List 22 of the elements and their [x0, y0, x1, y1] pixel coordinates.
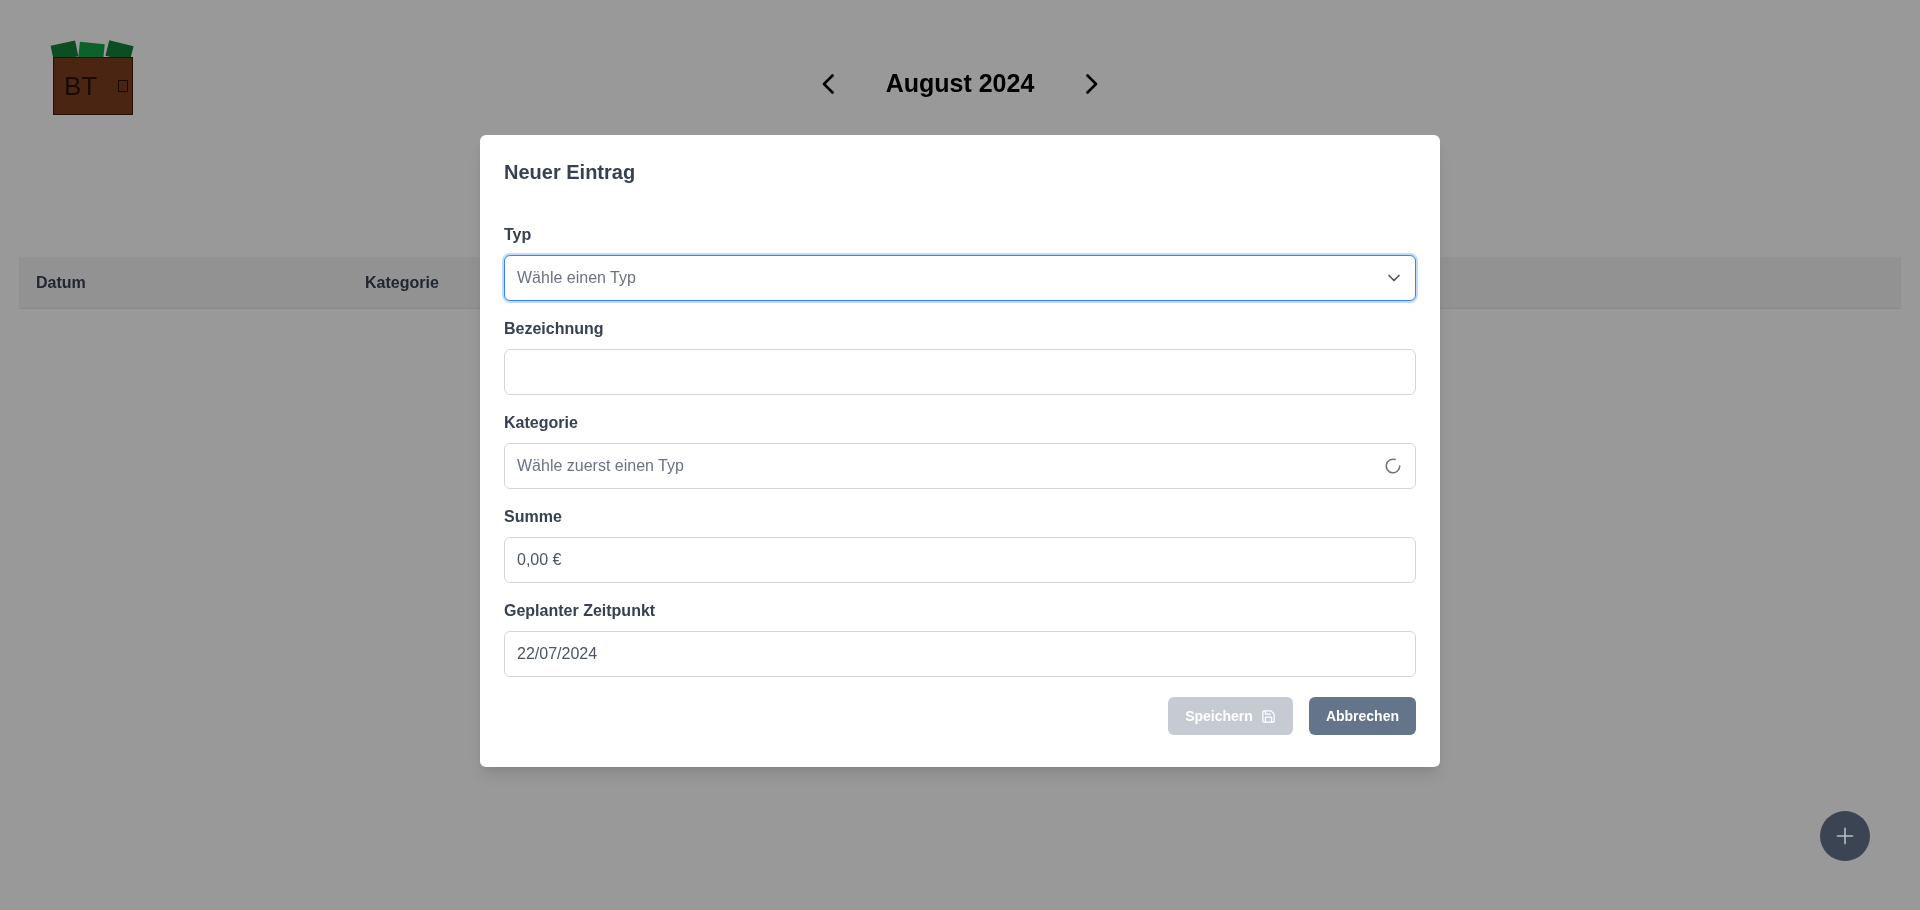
input-field[interactable]: [504, 349, 1416, 395]
input-field[interactable]: 0,00 €: [504, 537, 1416, 583]
spinner-icon: [1384, 457, 1402, 475]
previous-month-button[interactable]: [821, 73, 834, 94]
add-button[interactable]: [1820, 811, 1870, 861]
field-label: Kategorie: [504, 413, 579, 433]
field-label: Summe: [504, 507, 563, 527]
save-icon: [1260, 708, 1276, 724]
month-title: August 2024: [885, 68, 1035, 99]
field-label: Geplanter Zeitpunkt: [504, 601, 657, 621]
next-month-button[interactable]: [1086, 73, 1099, 94]
input-field[interactable]: 22/07/2024: [504, 631, 1416, 677]
cancel-button[interactable]: Abbrechen: [1308, 697, 1416, 735]
input-field[interactable]: Wähle zuerst einen Typ: [504, 443, 1416, 489]
chevron-left-icon: [821, 73, 834, 94]
column-header: Kategorie: [365, 273, 439, 291]
select-field[interactable]: Wähle einen Typ: [504, 255, 1416, 301]
field-label: Bezeichnung: [504, 319, 605, 339]
field-label: Typ: [504, 225, 533, 245]
chevron-right-icon: [1086, 73, 1099, 94]
dialog-title: Neuer Eintrag: [504, 160, 637, 185]
column-header: Datum: [36, 273, 86, 291]
